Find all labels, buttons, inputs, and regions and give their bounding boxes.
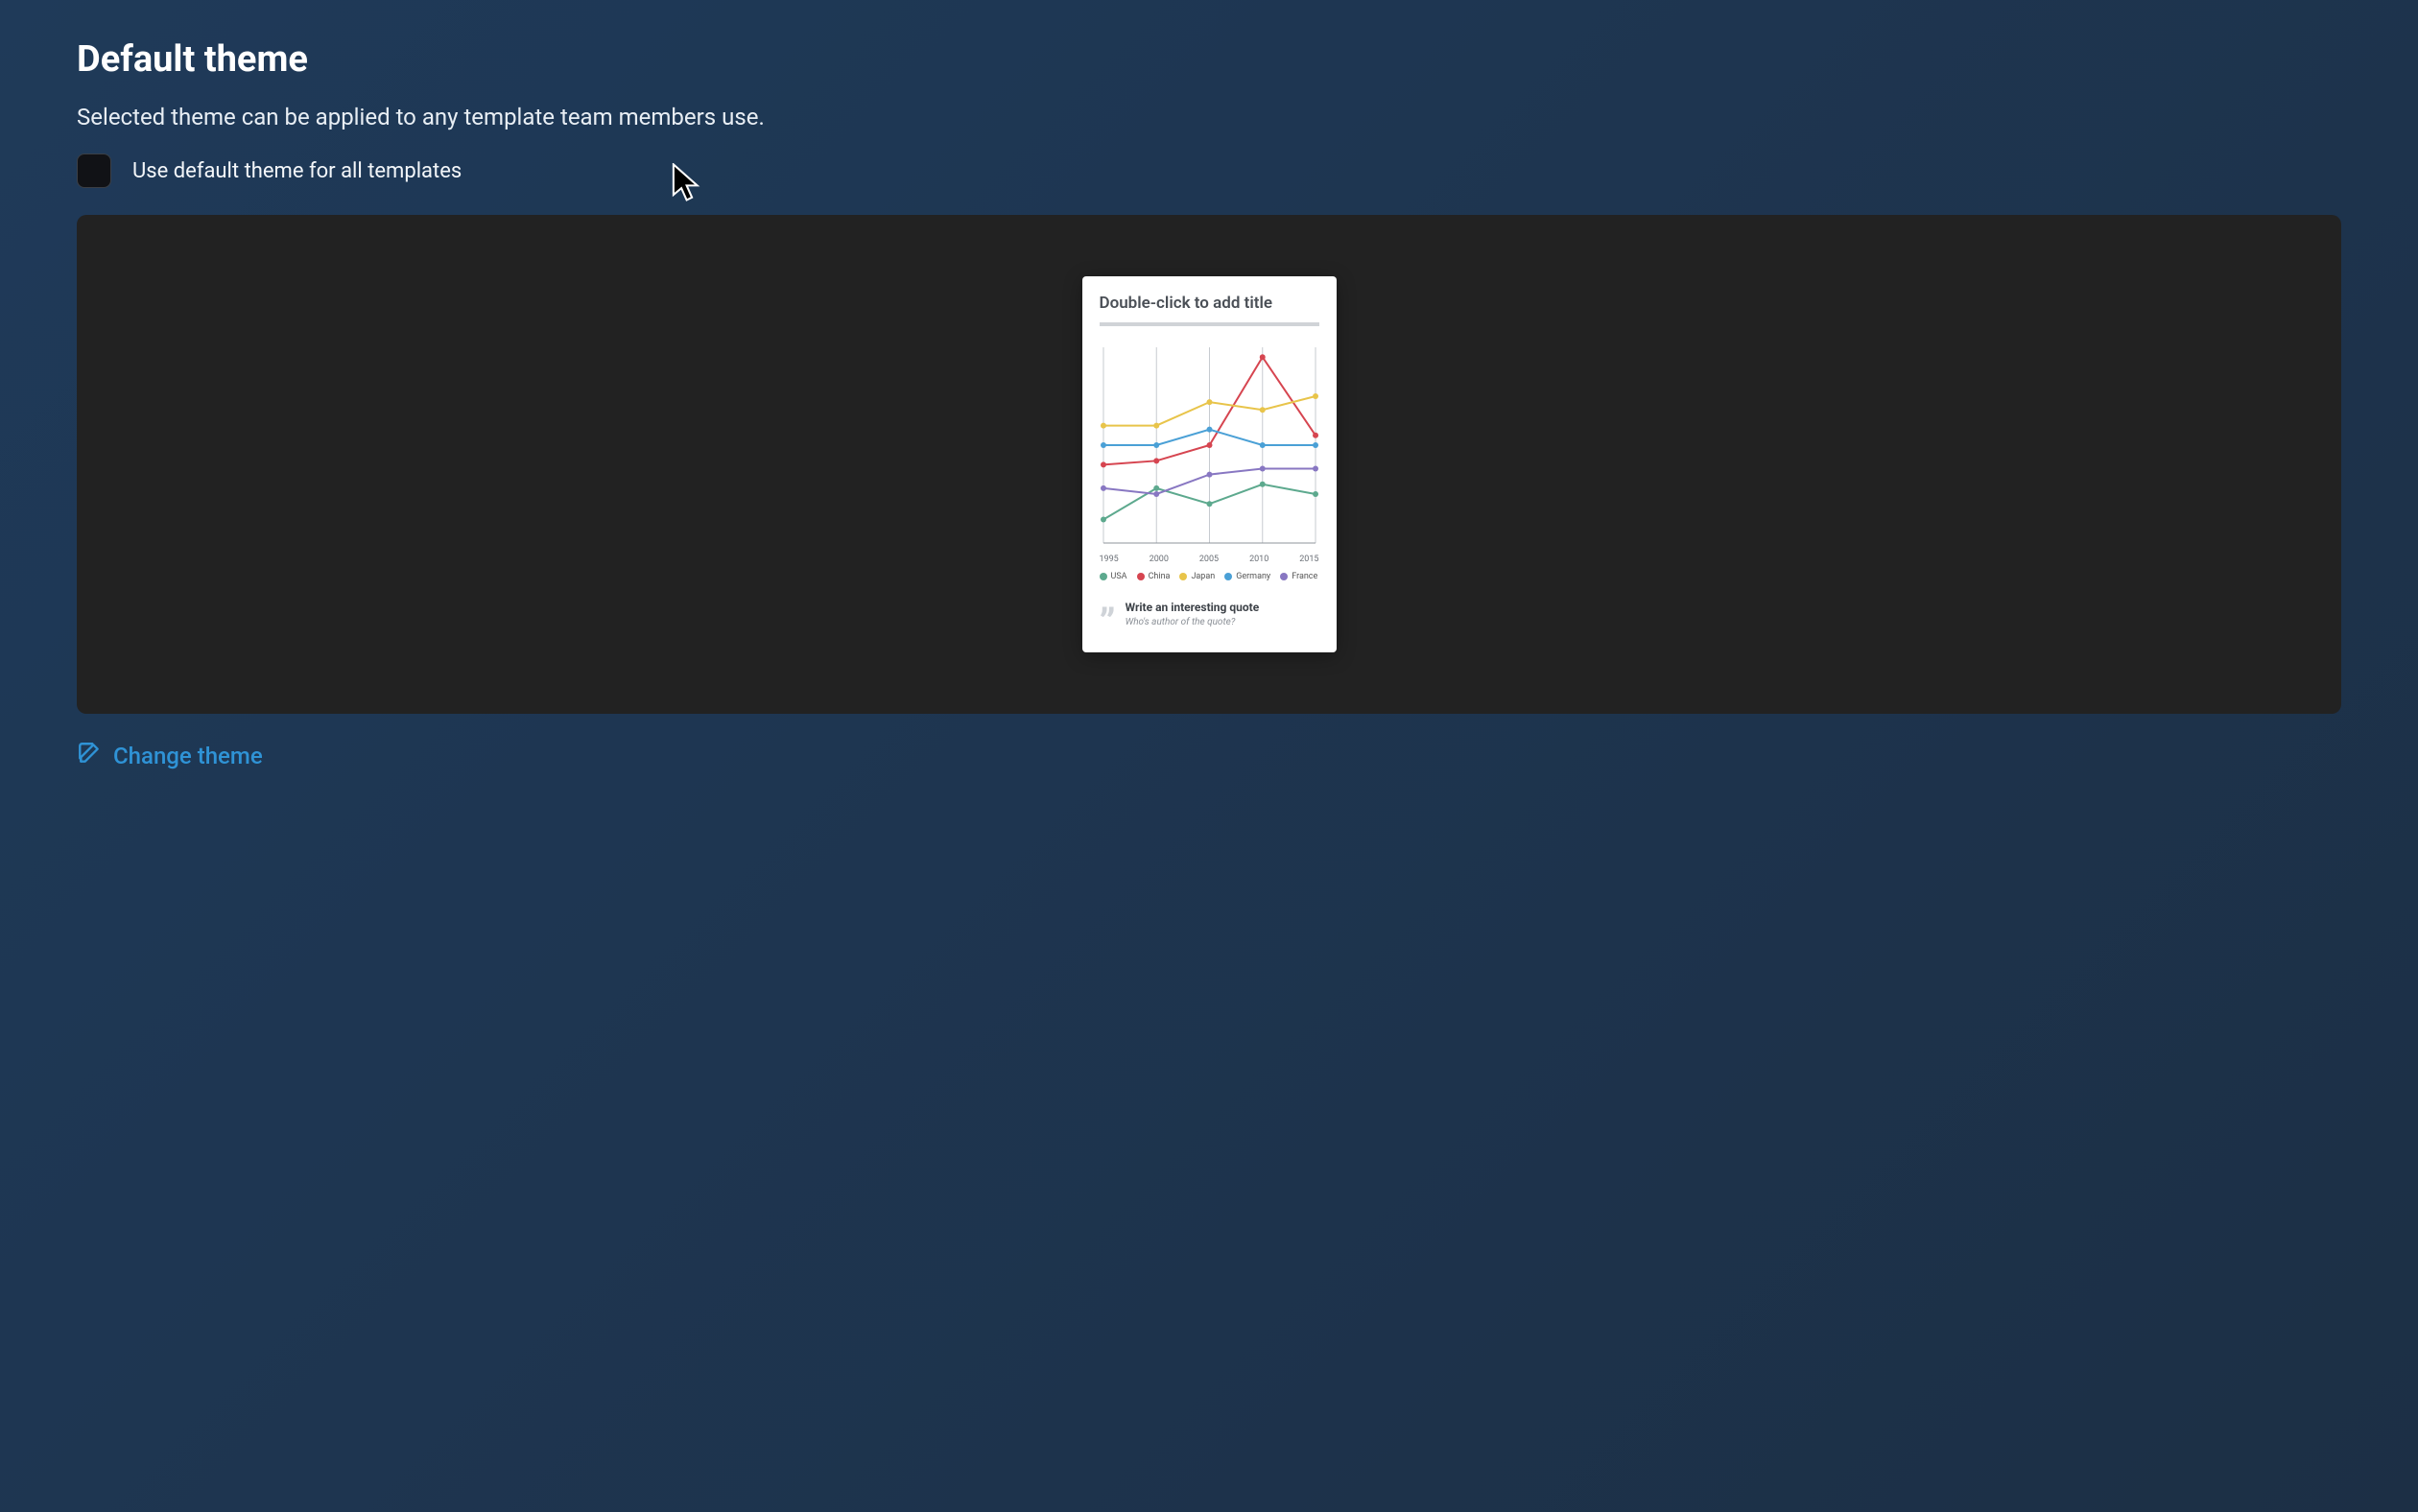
legend-label: China: [1149, 572, 1171, 581]
x-axis-label: 1995: [1100, 555, 1119, 564]
legend-dot: [1224, 573, 1232, 580]
page-subtitle: Selected theme can be applied to any tem…: [77, 104, 2341, 130]
x-axis-label: 2015: [1299, 555, 1318, 564]
chart-x-axis-labels: 1995 2000 2005 2010 2015: [1100, 551, 1319, 572]
chart-legend: USA China Japan Germany France: [1100, 572, 1319, 593]
legend-label: Japan: [1191, 572, 1215, 581]
legend-dot: [1137, 573, 1145, 580]
legend-dot: [1100, 573, 1107, 580]
use-default-theme-checkbox[interactable]: [77, 154, 111, 188]
theme-preview-card[interactable]: Double-click to add title 1995 2000 2005 20…: [1082, 276, 1337, 651]
change-theme-label: Change theme: [113, 743, 263, 769]
legend-item: France: [1280, 572, 1317, 581]
legend-item: China: [1137, 572, 1171, 581]
quote-author: Who's author of the quote?: [1126, 617, 1260, 627]
legend-label: France: [1292, 572, 1317, 581]
use-default-theme-label: Use default theme for all templates: [132, 159, 462, 183]
card-title-underline: [1100, 322, 1319, 326]
page-title: Default theme: [77, 38, 2341, 81]
legend-label: USA: [1111, 572, 1127, 581]
quote-text: Write an interesting quote: [1126, 601, 1260, 614]
x-axis-label: 2010: [1249, 555, 1268, 564]
change-theme-link[interactable]: Change theme: [77, 741, 263, 771]
preview-chart: [1100, 340, 1319, 551]
edit-icon: [77, 741, 102, 771]
legend-label: Germany: [1236, 572, 1270, 581]
x-axis-label: 2000: [1150, 555, 1169, 564]
quote-block[interactable]: ” Write an interesting quote Who's autho…: [1100, 593, 1319, 636]
legend-item: Japan: [1179, 572, 1215, 581]
quote-icon: ”: [1100, 601, 1116, 636]
legend-item: USA: [1100, 572, 1127, 581]
legend-dot: [1179, 573, 1187, 580]
legend-dot: [1280, 573, 1288, 580]
x-axis-label: 2005: [1199, 555, 1219, 564]
theme-preview-panel: Double-click to add title 1995 2000 2005 20…: [77, 215, 2341, 714]
card-title-placeholder[interactable]: Double-click to add title: [1100, 294, 1319, 313]
legend-item: Germany: [1224, 572, 1270, 581]
